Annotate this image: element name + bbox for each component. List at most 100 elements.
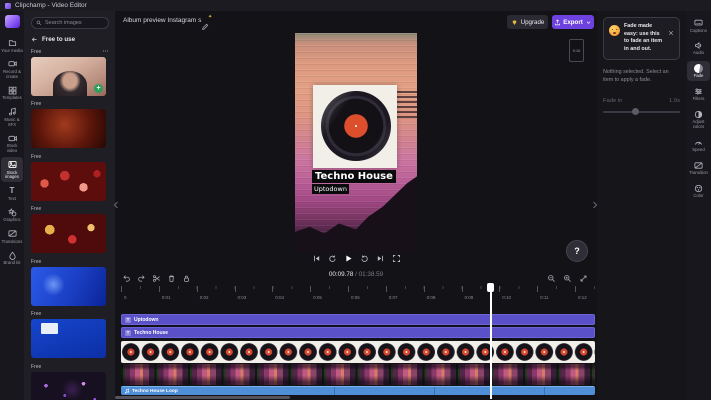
- chevron-left-icon: [113, 201, 118, 209]
- play-button[interactable]: [344, 254, 353, 263]
- playhead[interactable]: [490, 283, 492, 399]
- sidebar-item-graphics[interactable]: Graphics: [1, 205, 23, 225]
- sidebar-item-label: Stock images: [5, 169, 19, 180]
- back-arrow-icon: [31, 37, 37, 42]
- add-to-timeline-button[interactable]: +: [94, 83, 103, 93]
- collapse-left-panel-button[interactable]: [112, 197, 119, 213]
- export-icon: [555, 18, 560, 25]
- canvas-area: Album preview Instagram s ✦ Upgrade Expo…: [112, 11, 597, 265]
- stock-image-card[interactable]: Free: [31, 101, 109, 148]
- sidebar-item-record-create[interactable]: Record & create: [1, 56, 23, 81]
- preview-title-text[interactable]: Techno House: [312, 170, 396, 183]
- stock-image-thumbnail[interactable]: [31, 319, 106, 358]
- ruler-tick: 0:12: [575, 286, 587, 300]
- timeline-text-track-uptodown[interactable]: T Uptodown: [121, 314, 595, 325]
- aspect-ratio-button[interactable]: 9:16: [569, 39, 584, 62]
- stock-image-card[interactable]: Free: [31, 363, 109, 400]
- skip-to-end-button[interactable]: [376, 254, 385, 263]
- stock-image-thumbnail[interactable]: [31, 214, 106, 253]
- zoom-fit-button[interactable]: [579, 270, 588, 281]
- stock-image-thumbnail[interactable]: +: [31, 56, 106, 96]
- camera-icon: [7, 61, 17, 67]
- stock-image-thumbnail[interactable]: [31, 371, 106, 400]
- track-label: Techno House Loop: [132, 388, 178, 394]
- free-badge: Free: [31, 101, 42, 107]
- sidebar-item-stock-video[interactable]: Stock video: [1, 131, 23, 156]
- stock-image-card[interactable]: Free ⋯ +: [31, 48, 109, 96]
- timeline-video-track-sunset[interactable]: [121, 364, 595, 385]
- sidebar-item-speed[interactable]: Speed: [687, 135, 710, 155]
- sidebar-item-filters[interactable]: Filters: [687, 84, 710, 104]
- stock-image-thumbnail[interactable]: [31, 266, 106, 306]
- fade-tooltip-card: Fade made easy: use this to fade an item…: [603, 17, 680, 61]
- fullscreen-button[interactable]: [392, 254, 401, 263]
- search-input[interactable]: Search images: [31, 17, 109, 29]
- preview-subtitle-text[interactable]: Uptodown: [312, 184, 349, 194]
- sidebar-item-label: Color: [693, 193, 704, 198]
- timeline-ruler[interactable]: 0 0:01 0:02 0:03 0:04 0:05 0:06 0:07 0:0…: [115, 283, 597, 300]
- more-options-icon[interactable]: ⋯: [103, 49, 110, 55]
- sidebar-item-brand-kit[interactable]: Brand kit: [1, 248, 23, 268]
- stock-image-thumbnail[interactable]: [31, 109, 106, 148]
- speaker-icon: [695, 41, 702, 49]
- sidebar-item-fade[interactable]: Fade: [687, 60, 710, 82]
- fade-in-slider-handle[interactable]: [632, 108, 640, 116]
- ruler-tick: 0:11: [537, 286, 549, 300]
- shocked-face-emoji-icon: [609, 25, 620, 36]
- color-palette-icon: [694, 184, 703, 192]
- sidebar-item-color[interactable]: Color: [687, 181, 710, 201]
- stock-image-thumbnail[interactable]: [31, 161, 106, 201]
- sidebar-item-label: Record & create: [3, 68, 21, 79]
- sidebar-item-templates[interactable]: Templates: [1, 83, 23, 103]
- sidebar-item-music-sfx[interactable]: Music & SFX: [1, 104, 23, 129]
- sidebar-item-captions[interactable]: Captions: [687, 15, 710, 35]
- diamond-icon: [512, 19, 517, 25]
- timeline-text-track-techno-house[interactable]: T Techno House: [121, 327, 595, 338]
- free-badge: Free: [31, 153, 42, 160]
- ruler-tick: 0:01: [158, 286, 171, 300]
- sidebar-item-adjust-colors[interactable]: Adjust colors: [687, 107, 710, 132]
- upgrade-button[interactable]: Upgrade: [507, 15, 548, 29]
- skip-to-start-button[interactable]: [312, 254, 321, 263]
- album-cover[interactable]: [313, 85, 397, 168]
- video-preview[interactable]: Techno House Uptodown: [295, 33, 417, 252]
- text-track-icon: T: [125, 316, 131, 323]
- clipchamp-brand-icon[interactable]: [4, 15, 20, 28]
- stock-image-card[interactable]: Free: [31, 153, 109, 201]
- close-tooltip-button[interactable]: [668, 23, 674, 36]
- fade-in-slider[interactable]: [603, 108, 680, 116]
- stock-image-card[interactable]: Free: [31, 258, 109, 306]
- zoom-in-button[interactable]: [563, 270, 572, 282]
- fade-in-label: Fade in: [603, 97, 623, 104]
- playhead-handle[interactable]: [487, 283, 494, 292]
- stock-image-card[interactable]: Free: [31, 311, 109, 358]
- sidebar-item-audio[interactable]: Audio: [687, 38, 710, 58]
- sidebar-item-stock-images[interactable]: Stock images: [1, 157, 23, 183]
- timeline-horizontal-scrollbar[interactable]: [115, 396, 290, 399]
- stock-image-card[interactable]: Free: [31, 206, 109, 253]
- tooltip-text: Fade made easy: use this to fade an item…: [624, 23, 663, 52]
- playback-controls: [283, 251, 429, 265]
- music-note-icon: [124, 388, 129, 394]
- ruler-tick: 0:06: [348, 286, 360, 300]
- sidebar-item-transitions[interactable]: Transitions: [1, 226, 23, 246]
- zoom-out-button[interactable]: [547, 270, 556, 282]
- search-icon: [36, 20, 42, 26]
- sidebar-item-transition[interactable]: Transition: [687, 158, 710, 178]
- current-time: 00:09.78: [328, 270, 354, 278]
- sidebar-item-label: Adjust colors: [692, 119, 705, 130]
- clipchamp-logo-icon: [5, 2, 11, 9]
- free-badge: Free: [31, 311, 42, 317]
- image-icon: [7, 161, 17, 168]
- help-button[interactable]: ?: [566, 240, 588, 262]
- fast-forward-button[interactable]: [360, 254, 369, 263]
- back-button[interactable]: Free to use: [31, 36, 109, 43]
- rewind-button[interactable]: [328, 254, 337, 263]
- export-button[interactable]: Export: [552, 15, 594, 29]
- filters-icon: [695, 88, 702, 95]
- sidebar-item-text[interactable]: T Text: [1, 183, 23, 203]
- project-title[interactable]: Album preview Instagram s: [123, 17, 201, 24]
- timeline-image-track-album[interactable]: [121, 341, 595, 363]
- sidebar-item-your-media[interactable]: Your media: [1, 35, 23, 55]
- timeline-audio-track[interactable]: Techno House Loop: [121, 386, 595, 395]
